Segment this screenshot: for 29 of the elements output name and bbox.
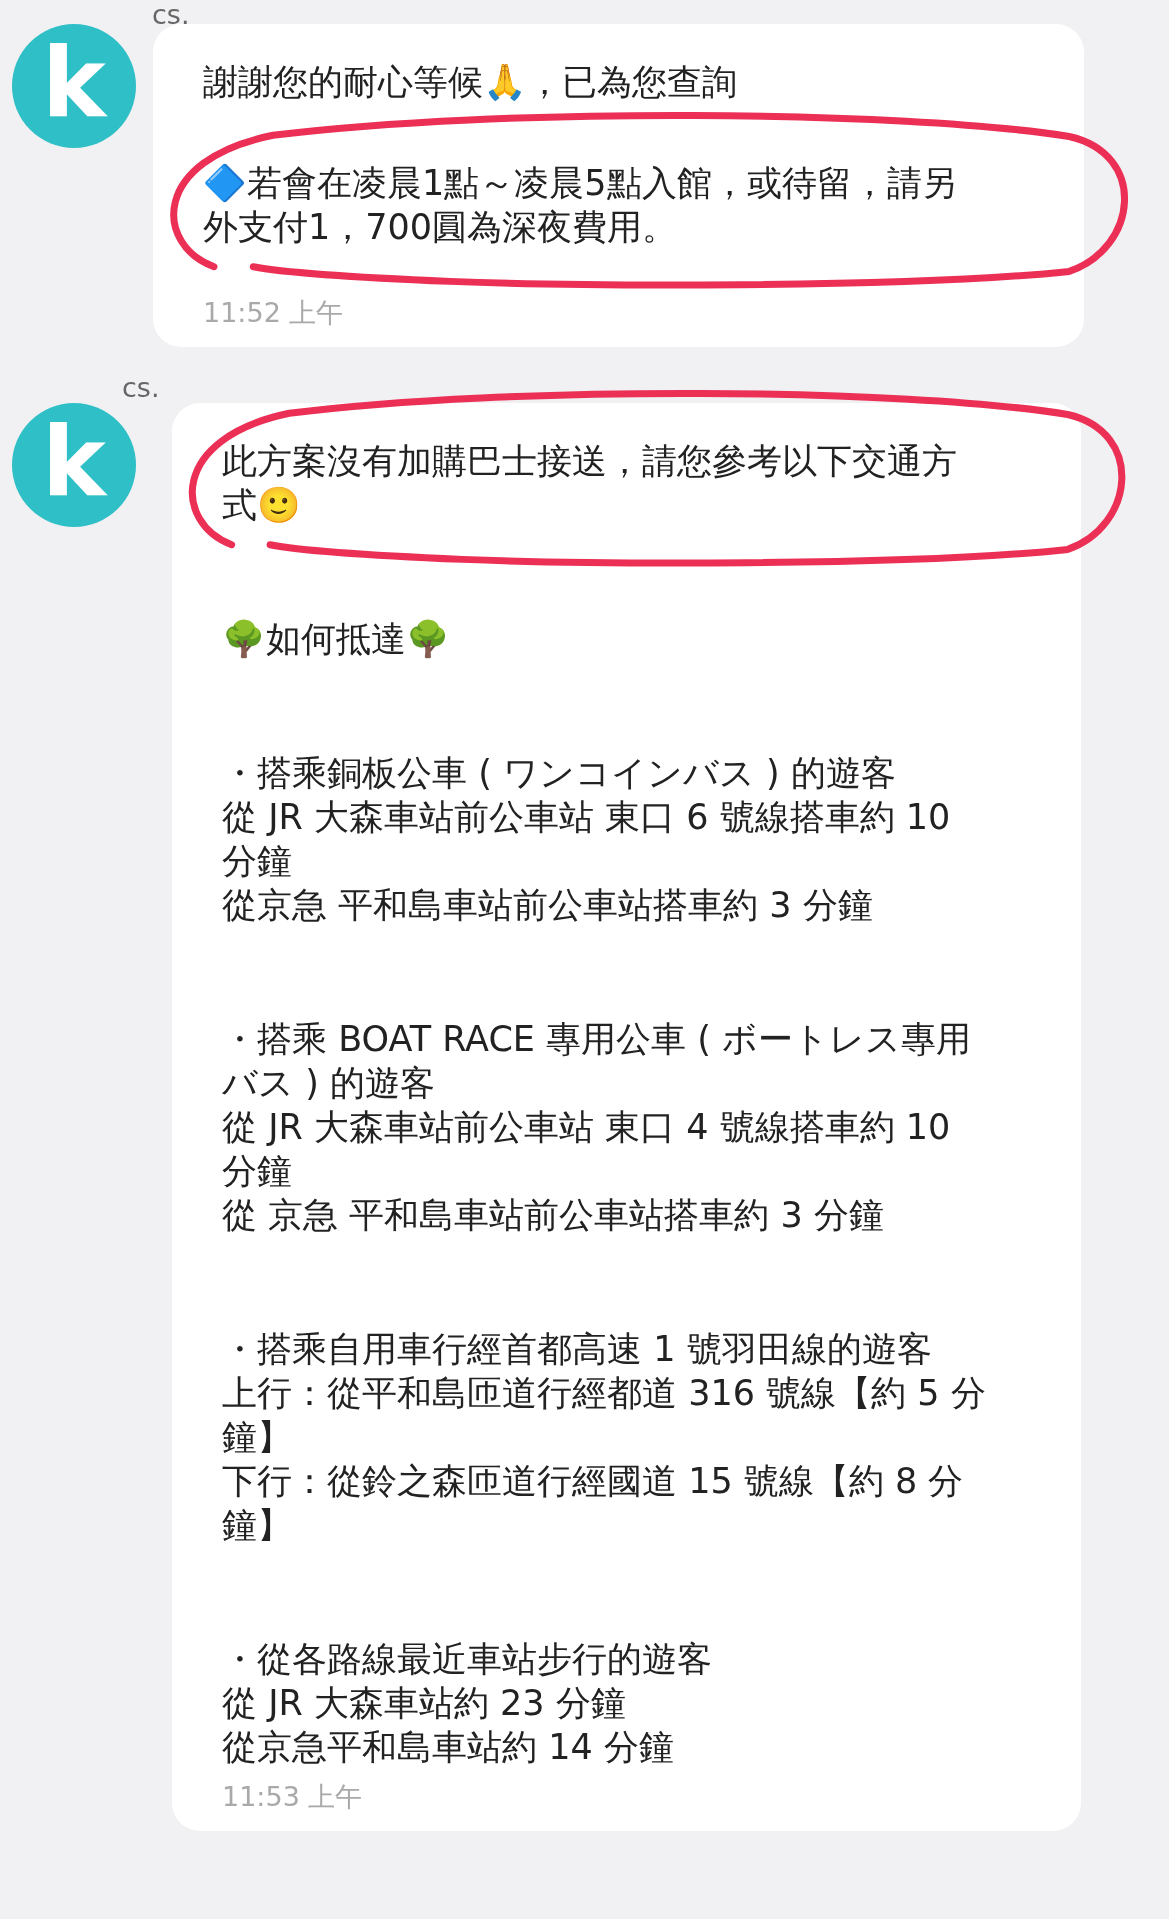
message-text: 謝謝您的耐心等候🙏，已為您查詢 <box>203 61 737 104</box>
message-text: 從 JR 大森車站前公車站 東口 6 號線搭車約 10 <box>222 796 951 839</box>
message-text: 式🙂 <box>222 484 301 527</box>
avatar[interactable]: k <box>12 24 136 148</box>
message-text: 外支付1，700圓為深夜費用。 <box>203 206 678 249</box>
sender-name: cs. <box>152 0 190 30</box>
message-text: 鐘】 <box>222 1504 292 1547</box>
message-text: バス ) 的遊客 <box>222 1062 435 1105</box>
message-text: 下行：從鈴之森匝道行經國道 15 號線【約 8 分 <box>222 1460 964 1503</box>
message-text: 從京急 平和島車站前公車站搭車約 3 分鐘 <box>222 884 873 927</box>
sender-name: cs. <box>122 372 160 403</box>
message-text: 此方案沒有加購巴士接送，請您參考以下交通方 <box>222 440 957 483</box>
message-text: 分鐘 <box>222 840 292 883</box>
message-text: 從 京急 平和島車站前公車站搭車約 3 分鐘 <box>222 1194 884 1237</box>
message-text: ・搭乘 BOAT RACE 專用公車 ( ボートレス專用 <box>222 1018 971 1061</box>
message-text: 從 JR 大森車站前公車站 東口 4 號線搭車約 10 <box>222 1106 951 1149</box>
message-text: 從京急平和島車站約 14 分鐘 <box>222 1726 674 1769</box>
message-text: 從 JR 大森車站約 23 分鐘 <box>222 1682 626 1725</box>
timestamp: 11:52 上午 <box>203 296 344 330</box>
avatar[interactable]: k <box>12 403 136 527</box>
message-text: 🔷若會在凌晨1點～凌晨5點入館，或待留，請另 <box>203 162 957 205</box>
message-text: 上行：從平和島匝道行經都道 316 號線【約 5 分 <box>222 1372 986 1415</box>
timestamp: 11:53 上午 <box>222 1780 363 1814</box>
message-text: 🌳如何抵達🌳 <box>222 618 450 661</box>
message-text: ・搭乘銅板公車 ( ワンコインバス ) 的遊客 <box>222 752 896 795</box>
message-text: 分鐘 <box>222 1150 292 1193</box>
message-text: 鐘】 <box>222 1416 292 1459</box>
message-text: ・搭乘自用車行經首都高速 1 號羽田線的遊客 <box>222 1328 932 1371</box>
message-text: ・從各路線最近車站步行的遊客 <box>222 1638 712 1681</box>
